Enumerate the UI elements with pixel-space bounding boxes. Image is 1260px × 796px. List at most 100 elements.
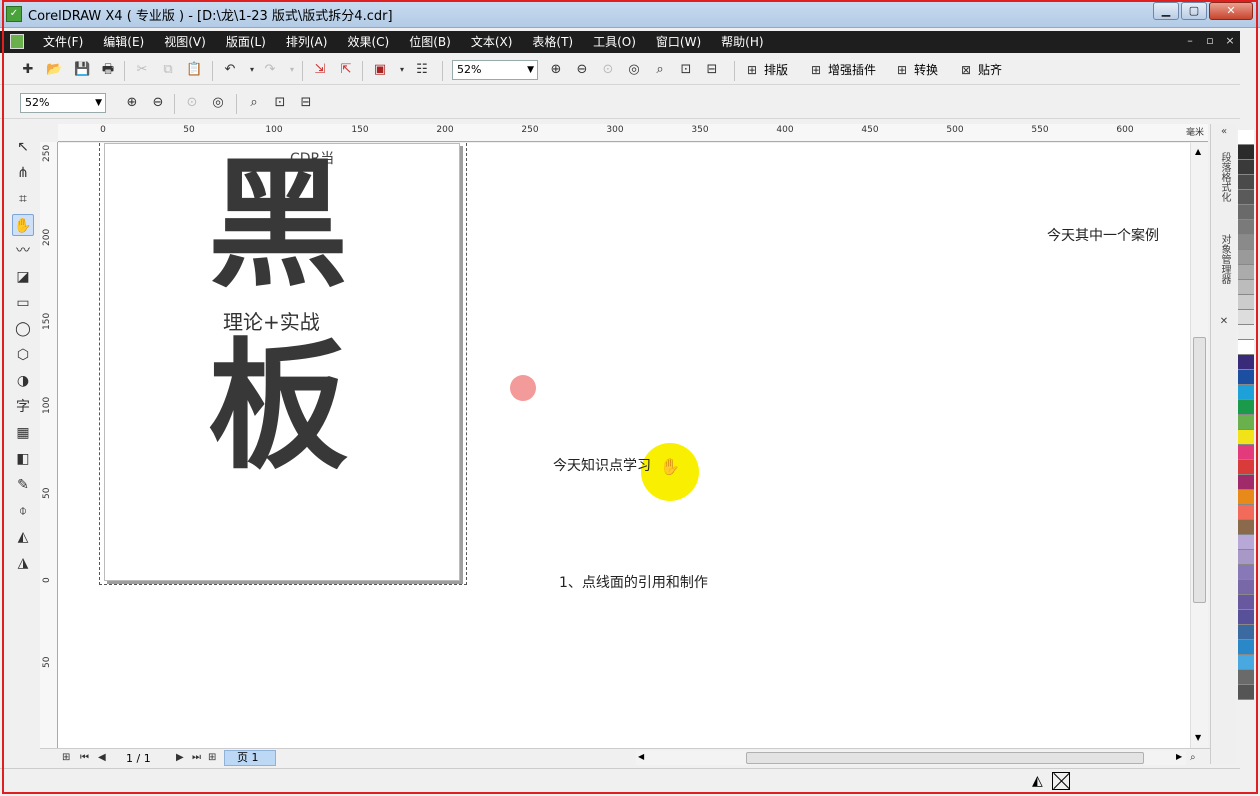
zoom-page-icon[interactable]: ⌕: [246, 95, 262, 111]
vertical-scroll-thumb[interactable]: [1193, 337, 1206, 603]
zoom-all-objects-icon[interactable]: ◎: [626, 62, 642, 78]
menu-window[interactable]: 窗口(W): [656, 31, 701, 53]
color-swatch[interactable]: [1238, 535, 1254, 550]
pan-tool-icon[interactable]: ✋: [12, 214, 34, 236]
basic-shapes-tool-icon[interactable]: ◑: [12, 370, 34, 392]
color-swatch[interactable]: [1238, 295, 1254, 310]
zoom-selected-icon[interactable]: ⊙: [184, 95, 200, 111]
menu-view[interactable]: 视图(V): [164, 31, 206, 53]
color-swatch[interactable]: [1238, 160, 1254, 175]
freehand-tool-icon[interactable]: 〰: [12, 240, 34, 262]
fill-tool-icon[interactable]: ◭: [12, 526, 34, 548]
menu-text[interactable]: 文本(X): [471, 31, 513, 53]
redo-dropdown-icon[interactable]: ▾: [284, 62, 300, 78]
cut-icon[interactable]: ✂: [134, 62, 150, 78]
color-swatch[interactable]: [1238, 130, 1254, 145]
color-swatch[interactable]: [1238, 445, 1254, 460]
scroll-up-icon[interactable]: ▲: [1195, 147, 1201, 156]
zoom-page-icon[interactable]: ⌕: [652, 62, 668, 78]
welcome-screen-icon[interactable]: ☷: [414, 62, 430, 78]
zoom-level-select-2[interactable]: 52% ▼: [20, 93, 106, 113]
open-folder-icon[interactable]: 📂: [46, 62, 62, 78]
color-swatch[interactable]: [1238, 325, 1254, 340]
scroll-down-icon[interactable]: ▼: [1195, 733, 1201, 742]
typesetting-plugin-button[interactable]: ⊞ 排版: [744, 62, 788, 78]
page-tab-1[interactable]: 页 1: [224, 750, 276, 766]
vertical-scrollbar[interactable]: ▲ ▼: [1190, 143, 1208, 748]
color-swatch[interactable]: [1238, 550, 1254, 565]
color-swatch[interactable]: [1238, 220, 1254, 235]
add-page-before-icon[interactable]: ⊞: [62, 751, 70, 765]
color-swatch[interactable]: [1238, 250, 1254, 265]
note-today[interactable]: 今天知识点学习: [553, 455, 651, 475]
color-swatch[interactable]: [1238, 640, 1254, 655]
application-launcher-icon[interactable]: ▣: [372, 62, 388, 78]
save-icon[interactable]: 💾: [74, 62, 90, 78]
launcher-dropdown-icon[interactable]: ▾: [394, 62, 410, 78]
zoom-out-icon[interactable]: ⊖: [574, 62, 590, 78]
color-swatch[interactable]: [1238, 400, 1254, 415]
zoom-level-select[interactable]: 52% ▼: [452, 60, 538, 80]
maximize-button[interactable]: ▢: [1181, 2, 1207, 20]
undo-dropdown-icon[interactable]: ▾: [244, 62, 260, 78]
zoom-selected-icon[interactable]: ⊙: [600, 62, 616, 78]
color-swatch[interactable]: [1238, 310, 1254, 325]
zoom-in-icon[interactable]: ⊕: [124, 95, 140, 111]
zoom-all-objects-icon[interactable]: ◎: [210, 95, 226, 111]
color-swatch[interactable]: [1238, 175, 1254, 190]
poster-big-char-hei[interactable]: 黑: [208, 151, 348, 301]
color-swatch[interactable]: [1238, 190, 1254, 205]
color-swatch[interactable]: [1238, 685, 1254, 700]
collapse-docker-icon[interactable]: «: [1215, 126, 1233, 138]
paragraph-format-docker-tab[interactable]: 段落格式化: [1215, 152, 1233, 206]
color-swatch[interactable]: [1238, 580, 1254, 595]
menu-bitmaps[interactable]: 位图(B): [409, 31, 451, 53]
note-point-1[interactable]: 1、点线面的引用和制作: [559, 572, 708, 592]
menu-layout[interactable]: 版面(L): [226, 31, 266, 53]
doc-close-button[interactable]: ×: [1220, 31, 1240, 51]
minimize-button[interactable]: ▁: [1153, 2, 1179, 20]
pick-tool-icon[interactable]: ↖: [12, 136, 34, 158]
paste-icon[interactable]: 📋: [186, 62, 202, 78]
color-swatch[interactable]: [1238, 460, 1254, 475]
color-swatch[interactable]: [1238, 475, 1254, 490]
vertical-ruler[interactable]: 250 200 150 100 50 0 50: [40, 142, 58, 750]
drawing-canvas[interactable]: CDR当 黑 理论+实战 板 今天其中一个案例 今天知识点学习 ✋ 1、点线面的…: [58, 143, 1190, 748]
document-icon[interactable]: [10, 34, 24, 49]
doc-minimize-button[interactable]: –: [1180, 31, 1200, 51]
menu-edit[interactable]: 编辑(E): [103, 31, 144, 53]
previous-page-icon[interactable]: ◀: [98, 751, 106, 765]
eyedropper-tool-icon[interactable]: ✎: [12, 474, 34, 496]
horizontal-scrollbar[interactable]: ◀ ▶: [636, 751, 1186, 765]
enhanced-plugin-button[interactable]: ⊞ 增强插件: [808, 62, 876, 78]
crop-tool-icon[interactable]: ⌗: [12, 188, 34, 210]
zoom-out-icon[interactable]: ⊖: [150, 95, 166, 111]
close-docker-icon[interactable]: ✕: [1215, 316, 1233, 328]
fill-bucket-icon[interactable]: ◭: [1032, 773, 1043, 789]
next-page-icon[interactable]: ▶: [176, 751, 184, 765]
copy-icon[interactable]: ⧉: [160, 62, 176, 78]
color-swatch[interactable]: [1238, 340, 1254, 355]
table-tool-icon[interactable]: ▦: [12, 422, 34, 444]
import-icon[interactable]: ⇲: [312, 62, 328, 78]
color-swatch[interactable]: [1238, 655, 1254, 670]
color-swatch[interactable]: [1238, 265, 1254, 280]
color-swatch[interactable]: [1238, 595, 1254, 610]
color-swatch[interactable]: [1238, 520, 1254, 535]
outline-pen-tool-icon[interactable]: ⌽: [12, 500, 34, 522]
first-page-icon[interactable]: ⏮: [80, 751, 89, 765]
color-swatch[interactable]: [1238, 145, 1254, 160]
ellipse-tool-icon[interactable]: ◯: [12, 318, 34, 340]
color-swatch[interactable]: [1238, 565, 1254, 580]
color-swatch[interactable]: [1238, 430, 1254, 445]
print-icon[interactable]: 🖶: [100, 62, 116, 78]
zoom-page-height-icon[interactable]: ⊟: [298, 95, 314, 111]
doc-restore-button[interactable]: ▫: [1200, 31, 1220, 51]
object-manager-docker-tab[interactable]: 对象管理器: [1215, 234, 1233, 288]
color-swatch[interactable]: [1238, 625, 1254, 640]
smart-fill-tool-icon[interactable]: ◪: [12, 266, 34, 288]
menu-tools[interactable]: 工具(O): [593, 31, 636, 53]
color-swatch[interactable]: [1238, 610, 1254, 625]
new-document-icon[interactable]: ✚: [20, 62, 36, 78]
scroll-left-icon[interactable]: ◀: [638, 752, 644, 761]
